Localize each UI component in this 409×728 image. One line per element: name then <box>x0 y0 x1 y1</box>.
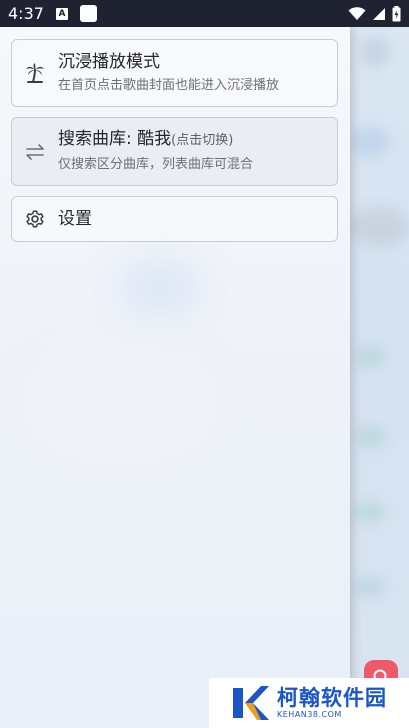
menu-item-immersive-mode[interactable]: 沉浸播放模式 在首页点击歌曲封面也能进入沉浸播放 <box>11 39 338 107</box>
notification-square-icon <box>79 5 97 22</box>
menu-item-search-source[interactable]: 搜索曲库: 酷我(点击切换) 仅搜索区分曲库，列表曲库可混合 <box>11 117 338 186</box>
watermark-logo <box>233 686 269 720</box>
menu-item-subtitle: 仅搜索区分曲库，列表曲库可混合 <box>58 157 254 172</box>
status-time: 4:37 <box>8 4 44 23</box>
menu-item-subtitle: 在首页点击歌曲封面也能进入沉浸播放 <box>58 77 280 93</box>
watermark: 柯翰软件园 KEHAN38.COM <box>209 678 409 728</box>
navigation-drawer: 沉浸播放模式 在首页点击歌曲封面也能进入沉浸播放 搜索曲库: 酷我(点击切换) … <box>0 27 350 728</box>
gear-icon <box>12 208 58 230</box>
status-icons <box>348 5 401 22</box>
background-app-content <box>350 27 409 728</box>
signal-icon <box>373 7 385 20</box>
palm-tree-icon <box>12 62 58 84</box>
menu-item-title: 设置 <box>58 209 92 229</box>
notification-a-icon: A <box>55 7 68 20</box>
menu-item-title: 搜索曲库: 酷我(点击切换) <box>58 128 253 152</box>
watermark-domain: KEHAN38.COM <box>277 710 342 719</box>
menu-item-settings[interactable]: 设置 <box>11 196 338 242</box>
switch-hint: (点击切换) <box>171 133 234 148</box>
watermark-brand: 柯翰软件园 <box>277 686 387 710</box>
swap-arrows-icon <box>12 143 58 161</box>
wifi-icon <box>348 6 366 20</box>
menu-item-title: 沉浸播放模式 <box>58 51 160 72</box>
source-label: 搜索曲库: 酷我 <box>58 129 172 149</box>
screen: 4:37 A 沉浸播放模式 在首页点击歌曲封面也能进入沉浸播放 搜索曲库: 酷我… <box>0 0 409 728</box>
battery-icon <box>392 5 401 21</box>
status-bar: 4:37 A <box>0 0 409 27</box>
